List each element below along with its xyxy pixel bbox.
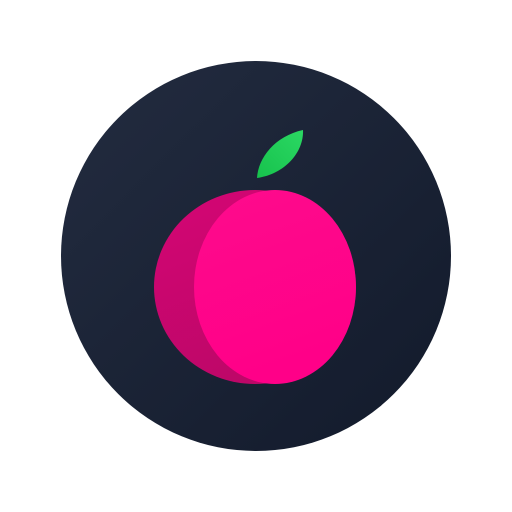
plum-app-icon bbox=[61, 61, 451, 451]
app-icon-canvas bbox=[0, 0, 512, 512]
fruit-body bbox=[194, 190, 356, 384]
